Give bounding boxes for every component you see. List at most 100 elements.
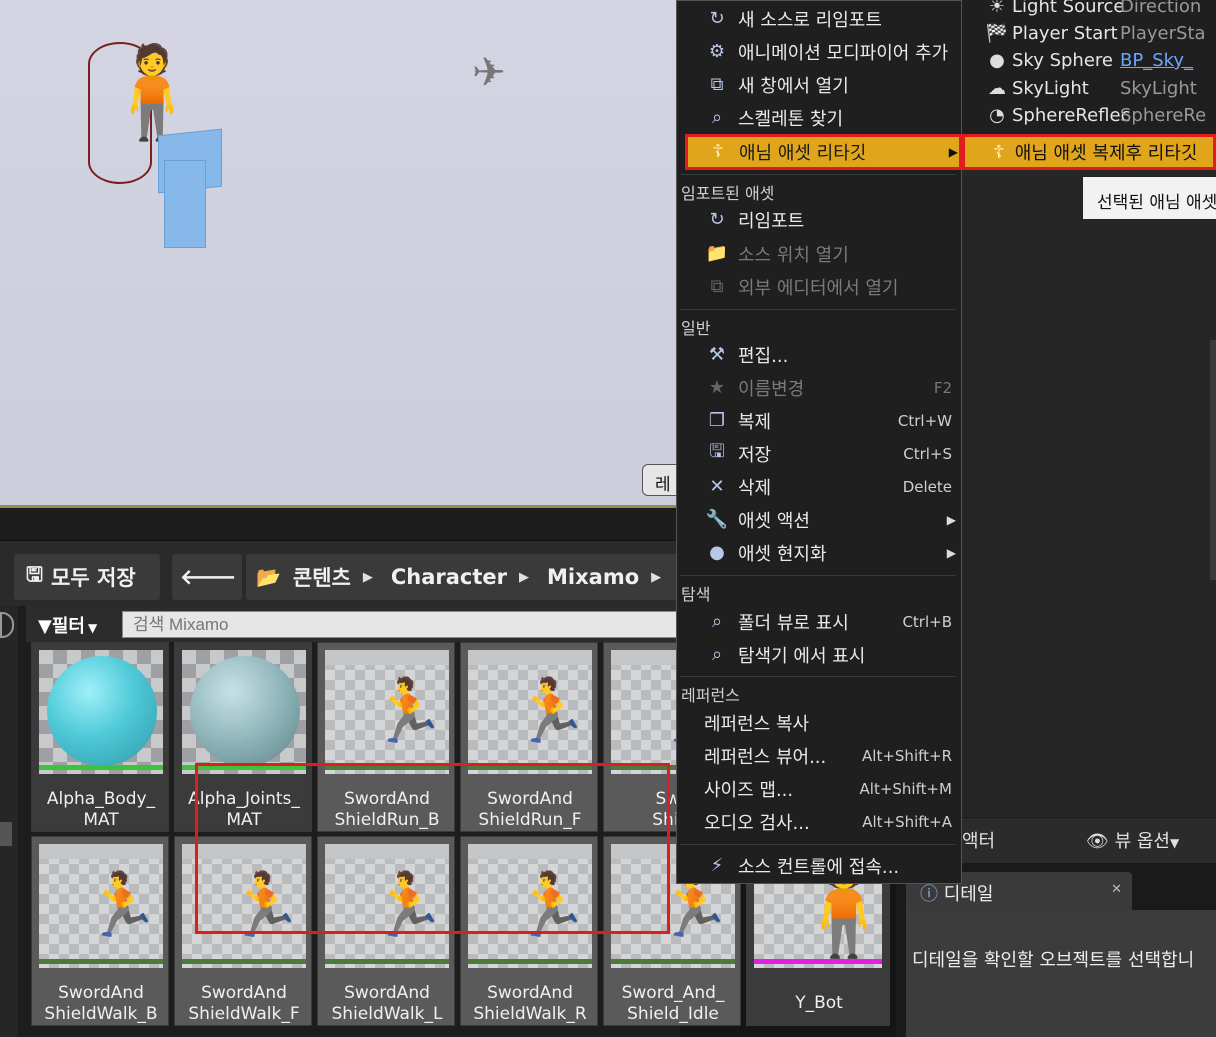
- menu-item-label: 새 소스로 리임포트: [738, 9, 882, 31]
- outliner-name: Sky Sphere: [1012, 50, 1113, 71]
- context-menu-item[interactable]: 레퍼런스 뷰어... Alt+Shift+R: [676, 739, 960, 772]
- asset-type-bar: [611, 959, 735, 964]
- selection-highlight-box: [195, 763, 670, 934]
- crumb-separator-icon[interactable]: ▶: [363, 570, 373, 585]
- menu-item-label: 리임포트: [738, 210, 805, 232]
- menu-separator: [680, 575, 956, 576]
- source-control-menu-item[interactable]: ⚡ 소스 컨트롤에 접속...: [676, 849, 960, 882]
- outliner-scrollbar[interactable]: [1210, 340, 1216, 580]
- asset-thumbnail: 🏃: [468, 650, 592, 774]
- context-menu-item[interactable]: 📁 소스 위치 열기: [676, 237, 960, 270]
- outliner-name: SphereReflec: [1012, 105, 1131, 126]
- asset-tile[interactable]: 🏃 SwordAnd ShieldWalk_B: [31, 836, 169, 1026]
- menu-separator: [680, 844, 956, 845]
- menu-item-label: 저장: [738, 444, 772, 466]
- crumb-mixamo[interactable]: Mixamo: [547, 565, 639, 589]
- context-menu-item[interactable]: ✕ 삭제 Delete: [676, 470, 960, 503]
- context-menu-item[interactable]: ⌕ 폴더 뷰로 표시 Ctrl+B: [676, 605, 960, 638]
- context-menu-item[interactable]: ↻ 새 소스로 리임포트: [676, 2, 960, 35]
- section-header-imported: 임포트된 애셋: [681, 184, 775, 203]
- outliner-row[interactable]: ☀ Light Source Direction: [962, 0, 1216, 23]
- search-input[interactable]: [122, 611, 680, 638]
- save-icon: 🖫: [26, 562, 44, 586]
- context-menu-item[interactable]: ⧉ 새 창에서 열기: [676, 68, 960, 101]
- folder-icon: 📂: [256, 565, 281, 589]
- retarget-highlight-box: [685, 134, 962, 170]
- wrench-icon: 🔧: [705, 509, 729, 530]
- context-menu-item[interactable]: 사이즈 맵... Alt+Shift+M: [676, 772, 960, 805]
- context-menu-item[interactable]: 🖫 저장 Ctrl+S: [676, 437, 960, 470]
- save-all-button[interactable]: 🖫 모두 저장: [14, 554, 160, 600]
- context-menu-item[interactable]: 오디오 검사... Alt+Shift+A: [676, 805, 960, 838]
- save-icon: 🖫: [709, 440, 725, 462]
- edit-icon: ⚒: [708, 344, 726, 365]
- menu-item-label: 탐색기 에서 표시: [738, 645, 866, 667]
- sources-scroll-handle[interactable]: [0, 822, 12, 846]
- dropdown-arrow-icon: ▼: [87, 621, 98, 635]
- rename-icon: ★: [708, 377, 726, 398]
- menu-item-label: 편집...: [738, 345, 789, 367]
- asset-type-bar: [39, 765, 163, 770]
- filter-label: 필터: [51, 616, 85, 637]
- section-header-browse: 탐색: [681, 585, 711, 604]
- blue-block-2: [164, 160, 206, 248]
- crumb-content[interactable]: 콘텐츠: [293, 562, 351, 592]
- shortcut-label: Ctrl+W: [897, 411, 952, 430]
- outliner-name: Light Source: [1012, 0, 1125, 17]
- magnifier-icon: ⌕: [711, 644, 723, 665]
- crumb-separator-icon[interactable]: ▶: [651, 570, 661, 585]
- outliner-type: Direction: [1120, 0, 1202, 17]
- globe-icon: ●: [709, 542, 725, 563]
- menu-item-label: 오디오 검사...: [704, 812, 810, 834]
- menu-item-label: 외부 에디터에서 열기: [738, 277, 899, 299]
- context-menu-item[interactable]: ⌕ 탐색기 에서 표시: [676, 638, 960, 671]
- context-menu-item[interactable]: ⌕ 스켈레톤 찾기: [676, 101, 960, 134]
- reimport-icon: ↻: [709, 8, 725, 29]
- view-options-button[interactable]: 👁 뷰 옵션▼: [1086, 827, 1179, 853]
- outliner-row[interactable]: ☁ SkyLight SkyLight: [962, 78, 1216, 105]
- outliner-row[interactable]: ● Sky Sphere BP_Sky_: [962, 50, 1216, 77]
- asset-thumbnail: [39, 650, 163, 774]
- context-menu-item[interactable]: 레퍼런스 복사: [676, 706, 960, 739]
- menu-item-label: 소스 컨트롤에 접속...: [738, 856, 900, 878]
- modifier-icon: ⚙: [708, 41, 726, 62]
- submenu-duplicate-retarget[interactable]: ☦ 애님 애셋 복제후 리타깃: [962, 134, 1216, 170]
- asset-type-bar: [754, 959, 882, 964]
- menu-item-label: 애니메이션 모디파이어 추가: [738, 42, 949, 64]
- context-menu-item[interactable]: ❐ 복제 Ctrl+W: [676, 404, 960, 437]
- context-menu-item[interactable]: ★ 이름변경 F2: [676, 371, 960, 404]
- plug-icon: ⚡: [710, 855, 724, 876]
- outliner-type-link[interactable]: BP_Sky_: [1120, 50, 1193, 71]
- context-menu-item[interactable]: ● 애셋 현지화 ▶: [676, 536, 960, 569]
- sphere-icon: ●: [989, 50, 1005, 71]
- material-sphere-icon: [190, 656, 300, 766]
- menu-item-label: 삭제: [738, 477, 772, 499]
- close-icon[interactable]: ✕: [1111, 882, 1122, 897]
- menu-item-label: 폴더 뷰로 표시: [738, 612, 849, 634]
- outliner-type: SkyLight: [1120, 78, 1197, 99]
- magnifier-icon: ⌕: [711, 611, 723, 632]
- outliner-row[interactable]: ◔ SphereReflec SphereRe: [962, 105, 1216, 132]
- tooltip: 선택된 애님 애셋을: [1082, 176, 1216, 220]
- crumb-separator-icon[interactable]: ▶: [519, 570, 529, 585]
- outliner-type: SphereRe: [1120, 105, 1207, 126]
- reflection-capture-icon: ◔: [989, 105, 1005, 126]
- save-all-label: 모두 저장: [51, 566, 136, 590]
- asset-thumbnail: 🏃: [325, 650, 449, 774]
- level-viewport[interactable]: 🧍 ✈ 레: [0, 0, 688, 508]
- filter-button[interactable]: ▼필터 ▼: [38, 612, 116, 638]
- asset-type-bar: [468, 959, 592, 964]
- back-arrow-icon[interactable]: 🡐: [180, 565, 236, 590]
- dropdown-arrow-icon: ▼: [1170, 836, 1180, 850]
- context-menu-item[interactable]: ⚒ 편집...: [676, 338, 960, 371]
- context-menu-item[interactable]: ⧉ 외부 에디터에서 열기: [676, 270, 960, 303]
- context-menu-item[interactable]: 🔧 애셋 액션 ▶: [676, 503, 960, 536]
- shortcut-label: Ctrl+S: [903, 444, 952, 463]
- context-menu-item[interactable]: ↻ 리임포트: [676, 203, 960, 236]
- asset-tile[interactable]: Alpha_Body_ MAT: [31, 642, 169, 832]
- menu-item-label: 소스 위치 열기: [738, 244, 849, 266]
- crumb-character[interactable]: Character: [391, 565, 507, 589]
- outliner-row[interactable]: 🏁 Player Start PlayerSta: [962, 23, 1216, 50]
- context-menu-item[interactable]: ⚙ 애니메이션 모디파이어 추가: [676, 35, 960, 68]
- delete-icon: ✕: [709, 476, 725, 497]
